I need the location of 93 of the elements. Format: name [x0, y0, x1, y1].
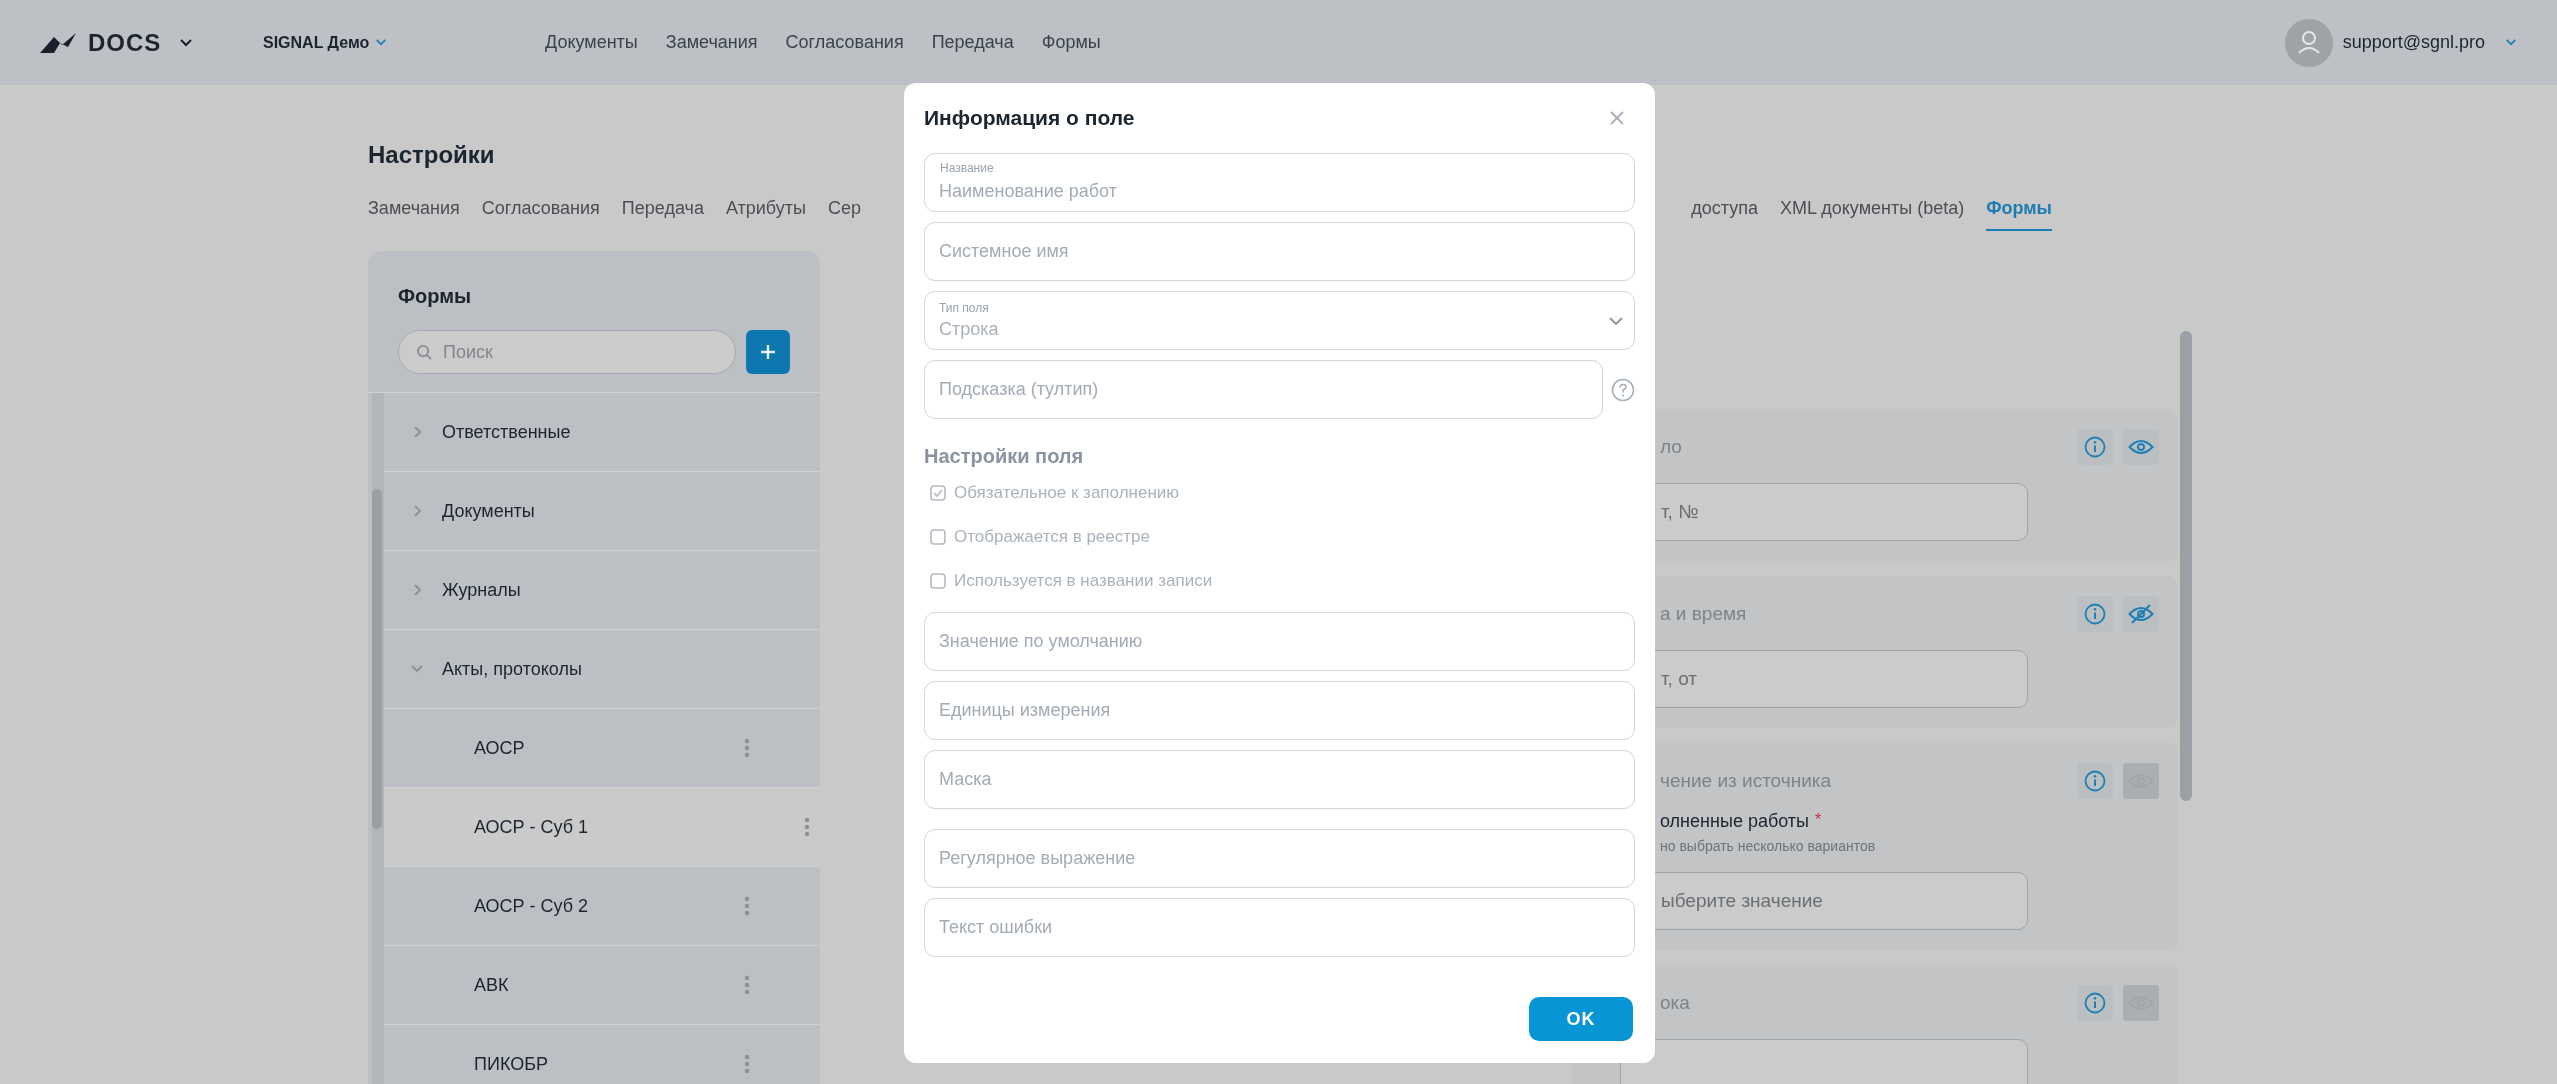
- bird-logo-icon: [40, 32, 76, 53]
- visibility-button[interactable]: [2123, 596, 2159, 632]
- settings-tab[interactable]: Передача: [621, 198, 704, 231]
- text-field[interactable]: Маска: [924, 750, 1635, 809]
- text-field[interactable]: Значение по умолчанию: [924, 612, 1635, 671]
- checkbox-icon: [930, 529, 946, 545]
- field-label: олненные работы: [1660, 811, 1810, 832]
- form-name: ПИКОБР: [474, 1053, 548, 1075]
- nav-link[interactable]: Документы: [545, 32, 638, 53]
- settings-tab[interactable]: Сер: [827, 198, 861, 231]
- form-name: АВК: [474, 974, 509, 996]
- field-card-title: а и время: [1660, 603, 1747, 625]
- form-name: АОСР: [474, 737, 525, 759]
- field-value: т, №: [1661, 501, 1699, 523]
- search-field[interactable]: Поиск: [398, 330, 736, 374]
- tree-item[interactable]: Ответственные: [384, 393, 820, 472]
- text-field[interactable]: Регулярное выражение: [924, 829, 1635, 888]
- add-button[interactable]: [746, 330, 790, 374]
- preview-field[interactable]: [1620, 1039, 2028, 1084]
- more-icon[interactable]: [744, 1054, 750, 1074]
- tree-item-label: Журналы: [442, 579, 521, 601]
- nav-link[interactable]: Формы: [1041, 32, 1101, 53]
- chevron-down-icon: [375, 38, 388, 47]
- info-button[interactable]: [2077, 763, 2113, 799]
- more-icon[interactable]: [744, 975, 750, 995]
- field-card-title: ока: [1660, 992, 1690, 1014]
- field-label: Тип поля: [939, 301, 990, 315]
- info-icon: [2084, 770, 2106, 792]
- page-title: Настройки: [368, 140, 495, 170]
- close-icon[interactable]: [1609, 110, 1625, 126]
- plus-icon: [758, 342, 778, 362]
- field-card-title: чение из источника: [1660, 770, 1832, 792]
- help-icon[interactable]: [1611, 377, 1635, 402]
- search-icon: [416, 344, 433, 361]
- field-label: Название: [940, 161, 994, 175]
- info-icon: [2084, 436, 2106, 458]
- user-email[interactable]: support@sgnl.pro: [2342, 32, 2485, 53]
- form-list-item[interactable]: АОСР - Суб 1: [384, 788, 820, 867]
- chevron-down-icon[interactable]: [179, 37, 194, 48]
- tooltip-field[interactable]: Подсказка (тултип): [924, 360, 1603, 419]
- info-button[interactable]: [2077, 985, 2113, 1021]
- field-hint: но выбрать несколько вариантов: [1660, 838, 1877, 854]
- more-icon[interactable]: [744, 738, 750, 758]
- more-icon[interactable]: [804, 817, 810, 837]
- avatar-icon[interactable]: [2284, 18, 2333, 67]
- logo-text: DOCS: [88, 28, 162, 57]
- required-mark: *: [1815, 811, 1822, 830]
- settings-tab[interactable]: Формы: [1986, 198, 2052, 231]
- scrollbar-thumb[interactable]: [2180, 331, 2192, 801]
- settings-tab[interactable]: Замечания: [368, 198, 460, 231]
- tree-item-label: Документы: [442, 500, 535, 522]
- workspace-dropdown[interactable]: SIGNAL Демо: [263, 33, 545, 52]
- text-field[interactable]: Текст ошибки: [924, 898, 1635, 957]
- field-value: т, от: [1661, 668, 1697, 690]
- nav-link[interactable]: Передача: [931, 32, 1014, 53]
- info-button[interactable]: [2077, 429, 2113, 465]
- nav-link[interactable]: Согласования: [785, 32, 904, 53]
- form-name: АОСР - Суб 1: [474, 816, 589, 838]
- checkbox-icon: [930, 485, 946, 501]
- field-card-title: ло: [1660, 436, 1682, 458]
- tree-item-label: Акты, протоколы: [442, 658, 582, 680]
- eye-icon: [2128, 438, 2154, 456]
- visibility-button[interactable]: [2123, 429, 2159, 465]
- panel-title: Формы: [398, 285, 473, 308]
- field-type-select[interactable]: Тип поля Строка: [924, 291, 1635, 350]
- checkbox-icon: [930, 573, 946, 589]
- settings-tab[interactable]: XML документы (beta): [1779, 198, 1965, 231]
- settings-tab[interactable]: Согласования: [481, 198, 600, 231]
- tree-item[interactable]: Акты, протоколы: [384, 630, 820, 709]
- form-list-item[interactable]: АВК: [384, 946, 820, 1025]
- settings-tab[interactable]: Атрибуты: [725, 198, 806, 231]
- tree-item-label: Ответственные: [442, 421, 571, 443]
- chevron-down-icon: [1608, 315, 1624, 326]
- info-icon: [2084, 603, 2106, 625]
- info-icon: [2084, 992, 2106, 1014]
- form-name: АОСР - Суб 2: [474, 895, 589, 917]
- settings-tab[interactable]: доступа: [1691, 198, 1758, 231]
- text-field[interactable]: Системное имя: [924, 222, 1635, 281]
- text-field[interactable]: Единицы измерения: [924, 681, 1635, 740]
- tree-item[interactable]: Документы: [384, 472, 820, 551]
- more-icon[interactable]: [744, 896, 750, 916]
- eye-slash-icon: [2128, 603, 2154, 625]
- info-button[interactable]: [2077, 596, 2113, 632]
- nav-link[interactable]: Замечания: [665, 32, 758, 53]
- form-list-item[interactable]: АОСР - Суб 2: [384, 867, 820, 946]
- form-list-item[interactable]: ПИКОБР: [384, 1025, 820, 1084]
- tree-item[interactable]: Журналы: [384, 551, 820, 630]
- section-title: Настройки поля: [924, 445, 1085, 468]
- select-value: Строка: [939, 319, 999, 340]
- scrollbar-thumb[interactable]: [372, 489, 382, 829]
- field-value: ыберите значение: [1661, 890, 1823, 912]
- dialog-title: Информация о поле: [924, 106, 1135, 130]
- ok-button[interactable]: OK: [1529, 997, 1633, 1041]
